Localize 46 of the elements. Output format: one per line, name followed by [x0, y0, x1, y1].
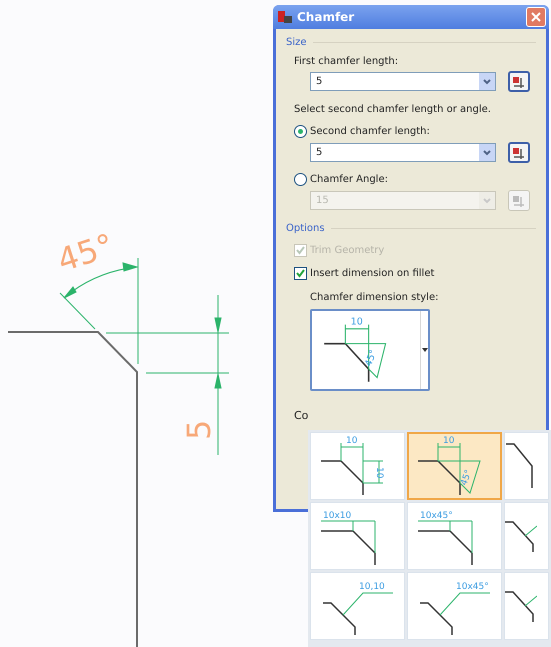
- style-dropdown[interactable]: 10 45°: [310, 309, 430, 391]
- pick-button[interactable]: [508, 71, 530, 92]
- dimension-style-drawing: [505, 520, 537, 552]
- check-icon: [296, 246, 305, 255]
- style-option[interactable]: 10x10: [310, 502, 405, 570]
- length-combo[interactable]: 5: [310, 72, 496, 91]
- app-icon: [277, 10, 293, 24]
- angle-dimension-text: 45°: [52, 226, 118, 280]
- pick-point-icon: [512, 74, 526, 88]
- field-label: Chamfer dimension style:: [310, 292, 440, 303]
- length-dimension-text: 5: [180, 420, 218, 440]
- dimension-style-drawing: 10x45°: [414, 506, 494, 566]
- pick-button[interactable]: [508, 142, 530, 163]
- style-option[interactable]: 10,10: [310, 572, 405, 640]
- caret-icon: [483, 150, 491, 156]
- radio-indicator[interactable]: [294, 125, 307, 138]
- group-title: Options: [286, 223, 325, 234]
- close-button[interactable]: [526, 7, 546, 27]
- pick-point-icon: [512, 146, 526, 160]
- close-icon: [531, 12, 541, 22]
- dimension-style-drawing: 10x45°: [414, 576, 494, 636]
- caret-icon: [422, 348, 428, 352]
- pick-point-icon: [512, 194, 526, 208]
- style-option[interactable]: 10 45°: [407, 432, 502, 500]
- style-option[interactable]: 10x45°: [407, 572, 502, 640]
- dimension-style-drawing: 10 10: [318, 436, 398, 496]
- caret-icon: [483, 198, 491, 204]
- dimension-style-drawing: 10x10: [318, 506, 398, 566]
- style-option[interactable]: 10x45°: [407, 502, 502, 570]
- field-label: First chamfer length:: [294, 56, 400, 67]
- prompt-text: Select second chamfer length or angle.: [294, 104, 492, 115]
- chamfer-dimension-drawing: 10 45°: [324, 316, 386, 382]
- checkbox[interactable]: Insert dimension on fillet: [294, 267, 536, 280]
- window-title: Chamfer: [297, 10, 356, 24]
- style-option[interactable]: 10 10: [310, 432, 405, 500]
- dimension-style-drawing: [505, 590, 537, 622]
- dimension-style-drawing: 10 45°: [414, 436, 494, 496]
- check-icon: [296, 269, 305, 278]
- caret-icon: [483, 78, 491, 84]
- field-label: Co: [294, 409, 310, 422]
- group-title: Size: [286, 37, 307, 48]
- dimension-style-drawing: [505, 443, 533, 489]
- radio-option[interactable]: Second chamfer length:: [294, 125, 536, 138]
- value-combo[interactable]: 5: [310, 143, 496, 162]
- style-option[interactable]: [504, 432, 549, 500]
- dimension-style-drawing: 10,10: [318, 576, 398, 636]
